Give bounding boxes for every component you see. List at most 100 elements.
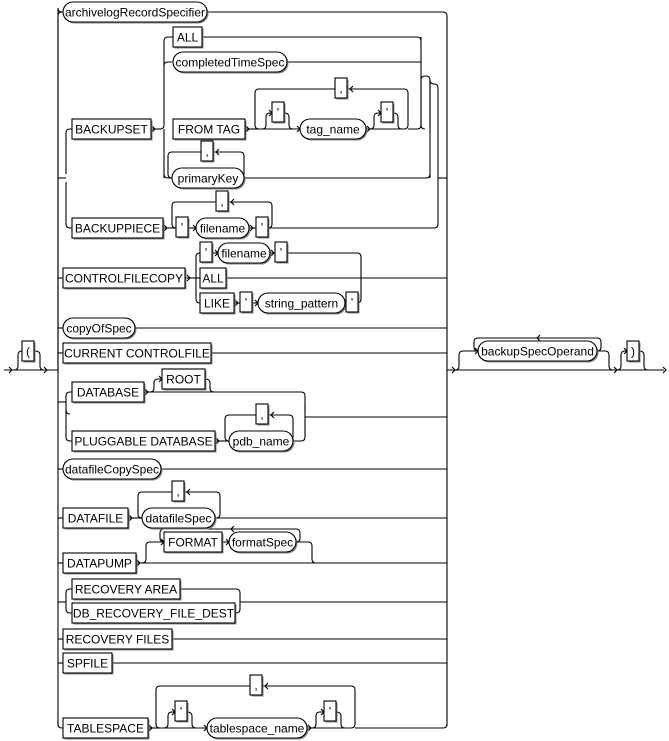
spfile-keyword: SPFILE (62, 652, 114, 675)
node-label: tag_name (306, 122, 360, 136)
node-label: DB_RECOVERY_FILE_DEST (73, 606, 235, 620)
connector-line (13, 350, 23, 371)
backuppiece-keyword: BACKUPPIECE (71, 217, 165, 240)
node-label: ' (181, 220, 183, 234)
tablespace-open-quote: ' (174, 700, 189, 723)
node-label: ' (329, 704, 331, 718)
db-recovery-file-dest-keyword: DB_RECOVERY_FILE_DEST (71, 602, 237, 625)
open-paren-box: ( (21, 340, 36, 363)
node-label: primaryKey (178, 171, 239, 185)
node-label: ' (386, 105, 388, 119)
backuppiece-comma-separator: , (215, 190, 230, 213)
archivelog-record-specifier-node: archivelogRecordSpecifier (62, 1, 209, 24)
connector-line (195, 278, 201, 304)
connector-line (616, 350, 627, 371)
connector-line (293, 406, 306, 442)
node-label: datafileSpec (145, 511, 211, 525)
connector-line (57, 720, 63, 729)
tag-close-quote: ' (380, 101, 395, 124)
pdb-name-comma-separator: , (255, 403, 270, 426)
tag-comma-separator: , (334, 77, 349, 100)
node-label: archivelogRecordSpecifier (65, 5, 205, 19)
primary-key-comma-separator: , (200, 140, 215, 163)
node-label: ' (205, 245, 207, 259)
connector-line (65, 602, 72, 614)
node-label: , (254, 678, 257, 692)
connector-line (65, 391, 72, 402)
node-label: filename (200, 221, 246, 235)
tag-open-quote: ' (271, 101, 286, 124)
close-paren-box: ) (626, 340, 641, 363)
root-keyword: ROOT (161, 368, 207, 391)
node-label: tablespace_name (210, 721, 305, 735)
connector-line (163, 61, 172, 67)
cfc-filename-node: filename (217, 242, 272, 265)
node-label: ' (245, 295, 247, 309)
copy-of-spec-node: copyOfSpec (62, 317, 137, 340)
recovery-files-keyword: RECOVERY FILES (62, 628, 174, 651)
node-label: , (176, 484, 179, 498)
connector-line (454, 350, 478, 371)
connector-line (429, 79, 439, 229)
connector-line (150, 391, 306, 410)
pluggable-database-keyword: PLUGGABLE DATABASE (71, 430, 217, 453)
node-label: datafileCopySpec (65, 462, 159, 476)
node-label: BACKUPSET (75, 122, 148, 136)
backuppiece-close-quote: ' (255, 216, 270, 239)
node-label: copyOfSpec (66, 321, 131, 335)
tag-name-node: tag_name (299, 118, 368, 141)
node-label: completedTimeSpec (176, 55, 285, 69)
current-controlfile-keyword: CURRENT CONTROLFILE (62, 342, 213, 365)
connector-line (597, 350, 614, 371)
connector-line (57, 11, 63, 17)
connector-line (420, 75, 431, 179)
backupset-all-keyword: ALL (172, 26, 204, 49)
node-label: ' (261, 220, 263, 234)
node-label: pdb_name (233, 434, 290, 448)
node-label: DATAPUMP (67, 556, 132, 570)
connector-line (207, 11, 448, 17)
primary-key-node: primaryKey (171, 167, 246, 190)
node-label: filename (221, 246, 267, 260)
railroad-diagram: ( archivelogRecordSpecifier BACKUPSET ALL co… (0, 0, 669, 741)
connector-line (141, 541, 164, 564)
tablespace-keyword: TABLESPACE (62, 717, 150, 740)
recovery-area-keyword: RECOVERY AREA (71, 578, 182, 601)
tablespace-comma-separator: , (249, 674, 264, 697)
node-label: RECOVERY FILES (66, 632, 170, 646)
format-keyword: FORMAT (163, 531, 224, 554)
node-label: RECOVERY AREA (75, 582, 177, 596)
pdb-name-node: pdb_name (228, 430, 295, 453)
connector-line (65, 588, 72, 602)
controlfilecopy-keyword: CONTROLFILECOPY (62, 267, 187, 290)
connector-line (34, 350, 45, 371)
node-label: ALL (177, 30, 199, 44)
node-label: SPFILE (67, 656, 108, 670)
like-close-quote: ' (345, 291, 360, 314)
node-label: BACKUPPIECE (75, 221, 160, 235)
connector-line (65, 410, 72, 442)
node-label: , (260, 407, 263, 421)
connector-line (408, 124, 422, 130)
cfc-close-quote: ' (274, 241, 289, 264)
backupset-keyword: BACKUPSET (71, 118, 153, 141)
node-label: FORMAT (168, 535, 218, 549)
node-label: LIKE (204, 296, 230, 310)
node-label: DATABASE (77, 385, 139, 399)
node-label: FROM TAG (178, 122, 240, 136)
connector-line (57, 7, 63, 370)
completed-time-spec-node: completedTimeSpec (172, 51, 289, 74)
connector-line (65, 128, 72, 174)
node-label: ( (26, 344, 30, 358)
node-label: backupSpecOperand (481, 344, 594, 358)
cfc-all-keyword: ALL (199, 267, 228, 290)
connector-line (261, 112, 272, 130)
tablespace-close-quote: ' (323, 700, 338, 723)
node-label: ' (277, 105, 279, 119)
connector-line (355, 723, 448, 729)
node-label: CONTROLFILECOPY (65, 271, 183, 285)
string-pattern-node: string_pattern (257, 292, 347, 315)
connector-line (195, 252, 201, 278)
node-label: ' (351, 295, 353, 309)
node-label: ALL (202, 271, 224, 285)
